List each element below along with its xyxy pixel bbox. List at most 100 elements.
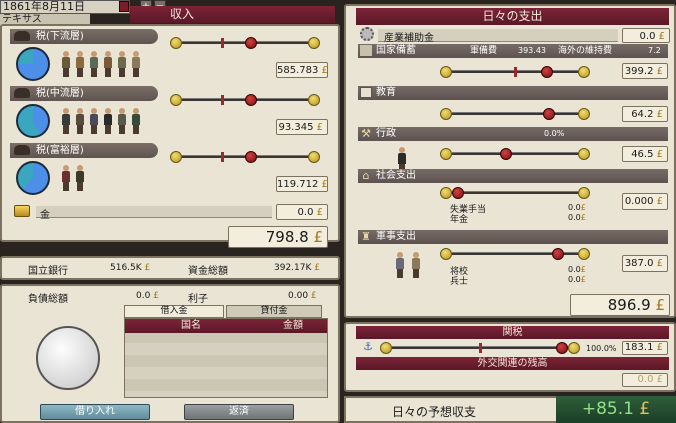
social-value-box: 0.000 £ (622, 193, 668, 210)
slider-decrease-icon[interactable] (440, 248, 452, 260)
slider-increase-icon[interactable] (308, 37, 320, 49)
debt-total-label: 負債総額 (28, 294, 68, 305)
slider-track[interactable] (452, 152, 578, 155)
gold-icon (14, 205, 30, 217)
tariff-slider[interactable] (380, 342, 580, 354)
defense-sub2: 海外の維持費 (558, 46, 613, 56)
slider-knob[interactable] (452, 187, 464, 199)
defense-sub1: 軍備費 (470, 46, 498, 56)
military-bar: ♜ 軍事支出 (358, 230, 668, 244)
tax-label: 税(中流層) (36, 88, 84, 99)
slider-increase-icon[interactable] (578, 248, 590, 260)
slider-decrease-icon[interactable] (170, 37, 182, 49)
tax-slider[interactable] (170, 94, 320, 106)
slider-track[interactable] (452, 191, 578, 194)
slider-decrease-icon[interactable] (440, 187, 452, 199)
social-sub2-value: 0.0£ (568, 213, 586, 222)
tax-slider[interactable] (170, 37, 320, 49)
tax-value-box: 585.783 £ (276, 62, 328, 78)
hat-icon-rich (14, 145, 30, 155)
slider-knob[interactable] (540, 66, 553, 78)
gold-bar: 金 (36, 206, 272, 221)
fund-total-value: 392.17K £ (274, 263, 320, 273)
tax-label: 税(下流層) (36, 31, 84, 42)
slider-decrease-icon[interactable] (440, 148, 452, 160)
forecast-value: +85.1 (581, 399, 634, 419)
borrow-button[interactable]: 借り入れ (40, 404, 150, 420)
expense-total-box: 896.9 £ (570, 294, 670, 316)
slider-marker (221, 95, 225, 105)
population-figure (118, 108, 126, 134)
admin-value-box: 46.5 £ (622, 146, 668, 162)
debt-total-value: 0.0 £ (136, 291, 159, 301)
repay-button[interactable]: 返済 (184, 404, 294, 420)
defense-label: 国家備蓄 (376, 45, 416, 56)
slider-knob[interactable] (552, 248, 565, 260)
slider-decrease-icon[interactable] (170, 94, 182, 106)
slider-knob[interactable] (244, 151, 257, 163)
population-figure (104, 108, 112, 134)
education-value-box: 64.2 £ (622, 106, 668, 122)
slider-increase-icon[interactable] (568, 342, 580, 354)
subsidy-bar: 産業補助金 (378, 29, 618, 44)
slider-knob[interactable] (556, 342, 568, 354)
defense-sub2-value: 7.2 (648, 46, 661, 55)
slider-knob[interactable] (499, 148, 512, 160)
population-figure (76, 165, 84, 191)
slider-knob[interactable] (244, 37, 257, 49)
tax-pie-chart (16, 104, 50, 138)
date-box: 1861年8月11日 (0, 0, 130, 14)
pause-button[interactable] (119, 1, 129, 12)
slider-increase-icon[interactable] (578, 148, 590, 160)
social-slider[interactable] (440, 187, 590, 199)
slider-increase-icon[interactable] (578, 66, 590, 78)
income-title-bar: 収入 (130, 6, 335, 23)
hat-icon-lower (14, 31, 30, 41)
slider-increase-icon[interactable] (308, 94, 320, 106)
slider-decrease-icon[interactable] (440, 66, 452, 78)
forecast-value-box: +85.1 £ (556, 396, 676, 423)
slider-marker (221, 38, 225, 48)
slider-increase-icon[interactable] (578, 187, 590, 199)
expense-title-bar: 日々の支出 (356, 8, 669, 25)
population-figure (76, 51, 84, 77)
slider-increase-icon[interactable] (308, 151, 320, 163)
debt-portrait (36, 326, 100, 390)
house-icon: ⌂ (362, 169, 370, 182)
tab-lent[interactable]: 貸付金 (226, 305, 322, 318)
income-title: 収入 (170, 7, 195, 21)
expense-total: 896.9 (607, 296, 651, 314)
slider-knob[interactable] (543, 108, 556, 120)
admin-percent: 0.0% (544, 129, 565, 138)
slider-decrease-icon[interactable] (380, 342, 392, 354)
soldier-icon: ♜ (361, 230, 371, 243)
slider-increase-icon[interactable] (578, 108, 590, 120)
gold-value-box: 0.0 £ (276, 204, 328, 220)
defense-slider[interactable] (440, 66, 590, 78)
col-amount: 金額 (283, 320, 303, 331)
slider-decrease-icon[interactable] (170, 151, 182, 163)
officer-figure (396, 252, 404, 278)
book-icon (360, 87, 372, 98)
population-figure (132, 108, 140, 134)
tax-value-box: 119.712 £ (276, 176, 328, 192)
education-slider[interactable] (440, 108, 590, 120)
admin-slider[interactable] (440, 148, 590, 160)
reserve-title-bar: 外交関連の残高 (356, 357, 669, 370)
slider-knob[interactable] (244, 94, 257, 106)
military-slider[interactable] (440, 248, 590, 260)
tab-borrowed[interactable]: 借入金 (124, 305, 224, 318)
interest-label: 利子 (188, 294, 208, 305)
slider-marker (221, 152, 225, 162)
slider-decrease-icon[interactable] (440, 108, 452, 120)
subsidy-label: 産業補助金 (384, 33, 434, 44)
slider-track[interactable] (452, 112, 578, 115)
subsidy-value-box: 0.0 £ (622, 28, 670, 43)
population-figure (118, 51, 126, 77)
soldier-figure (412, 252, 420, 278)
population-figure (104, 51, 112, 77)
debt-table: 国名 金額 (124, 318, 328, 398)
national-bank-label: 国立銀行 (28, 266, 68, 277)
tax-slider[interactable] (170, 151, 320, 163)
debt-table-header: 国名 金額 (125, 319, 327, 333)
